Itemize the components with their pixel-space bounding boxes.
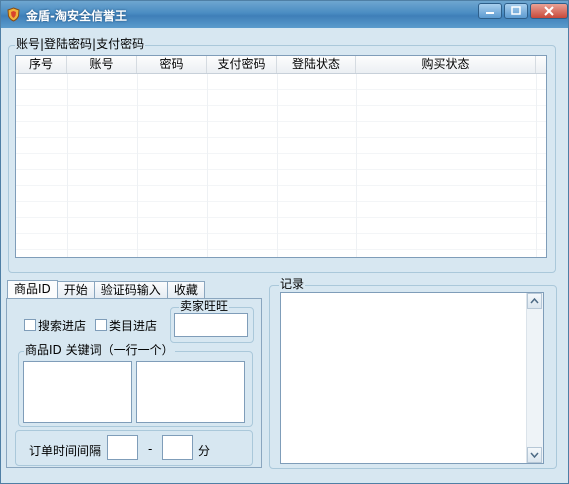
log-scrollbar[interactable] xyxy=(526,293,543,463)
interval-to-input[interactable] xyxy=(162,435,193,460)
main-window: 金盾-淘安全信誉王 账号|登陆密码|支付密码 序号 账号 密码 支付密码 登陆状… xyxy=(0,0,569,484)
close-icon xyxy=(544,6,554,16)
title-bar[interactable]: 金盾-淘安全信誉王 xyxy=(1,1,568,28)
scroll-down-button[interactable] xyxy=(527,447,542,463)
order-interval-label: 订单时间间隔 xyxy=(29,444,102,458)
category-store-label: 类目进店 xyxy=(109,319,158,333)
column-header-account[interactable]: 账号 xyxy=(67,56,137,73)
maximize-button[interactable] xyxy=(504,3,528,19)
product-keyword-label: 商品ID 关键词（一行一个） xyxy=(24,343,175,357)
close-button[interactable] xyxy=(530,3,568,19)
category-store-checkbox[interactable] xyxy=(95,319,107,331)
accounts-group-label: 账号|登陆密码|支付密码 xyxy=(15,37,146,51)
search-store-checkbox[interactable] xyxy=(24,319,36,331)
tab-bar: 商品ID 开始 验证码输入 收藏 xyxy=(7,280,205,299)
seller-wangwang-label: 卖家旺旺 xyxy=(179,299,230,313)
maximize-icon xyxy=(511,6,521,15)
minimize-button[interactable] xyxy=(478,3,502,19)
window-title: 金盾-淘安全信誉王 xyxy=(26,9,127,23)
column-header-password[interactable]: 密码 xyxy=(137,56,207,73)
minimize-icon xyxy=(486,12,494,14)
column-header-pay-password[interactable]: 支付密码 xyxy=(207,56,277,73)
list-header: 序号 账号 密码 支付密码 登陆状态 购买状态 xyxy=(16,56,546,74)
interval-unit: 分 xyxy=(198,444,211,458)
tab-product-id[interactable]: 商品ID xyxy=(7,280,58,299)
product-id-panel: 搜索进店 类目进店 卖家旺旺 商品ID 关键词（一行一个） 订单时间间隔 - 分 xyxy=(6,298,262,468)
search-store-label: 搜索进店 xyxy=(38,319,87,333)
log-textarea[interactable] xyxy=(280,292,544,464)
tab-favorites[interactable]: 收藏 xyxy=(166,281,205,299)
list-body xyxy=(16,74,546,257)
accounts-list[interactable]: 序号 账号 密码 支付密码 登陆状态 购买状态 xyxy=(15,55,547,258)
chevron-up-icon xyxy=(530,297,539,304)
tab-captcha-input[interactable]: 验证码输入 xyxy=(93,281,168,299)
seller-wangwang-input[interactable] xyxy=(174,313,248,337)
scroll-up-button[interactable] xyxy=(527,293,542,309)
column-header-filler xyxy=(536,56,546,73)
tab-start[interactable]: 开始 xyxy=(56,281,95,299)
interval-from-input[interactable] xyxy=(107,435,138,460)
log-group-label: 记录 xyxy=(279,277,306,291)
column-header-login-status[interactable]: 登陆状态 xyxy=(277,56,356,73)
keywords-textarea[interactable] xyxy=(136,361,245,423)
product-ids-textarea[interactable] xyxy=(23,361,132,423)
interval-separator: - xyxy=(148,442,153,456)
column-header-purchase-status[interactable]: 购买状态 xyxy=(356,56,536,73)
column-header-index[interactable]: 序号 xyxy=(16,56,67,73)
chevron-down-icon xyxy=(530,452,539,459)
shield-icon xyxy=(7,7,20,22)
